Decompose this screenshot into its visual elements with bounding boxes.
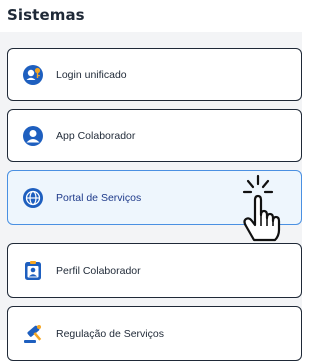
globe-icon — [22, 187, 44, 209]
gavel-icon — [22, 323, 44, 345]
system-card-login-unificado[interactable]: Login unificado — [7, 48, 302, 101]
system-label: Portal de Serviços — [56, 191, 142, 204]
system-card-regulacao-de-servicos[interactable]: Regulação de Serviços — [7, 306, 302, 361]
user-icon — [22, 125, 44, 147]
system-label: Perfil Colaborador — [56, 264, 141, 277]
system-label: Login unificado — [56, 68, 127, 81]
key-person-icon — [22, 64, 44, 86]
section-title: Sistemas — [7, 6, 85, 24]
system-card-perfil-colaborador[interactable]: Perfil Colaborador — [7, 243, 302, 298]
id-badge-icon — [22, 260, 44, 282]
system-label: App Colaborador — [56, 129, 136, 142]
system-label: Regulação de Serviços — [56, 327, 164, 340]
system-card-app-colaborador[interactable]: App Colaborador — [7, 109, 302, 162]
system-card-portal-de-servicos[interactable]: Portal de Serviços — [7, 170, 302, 225]
